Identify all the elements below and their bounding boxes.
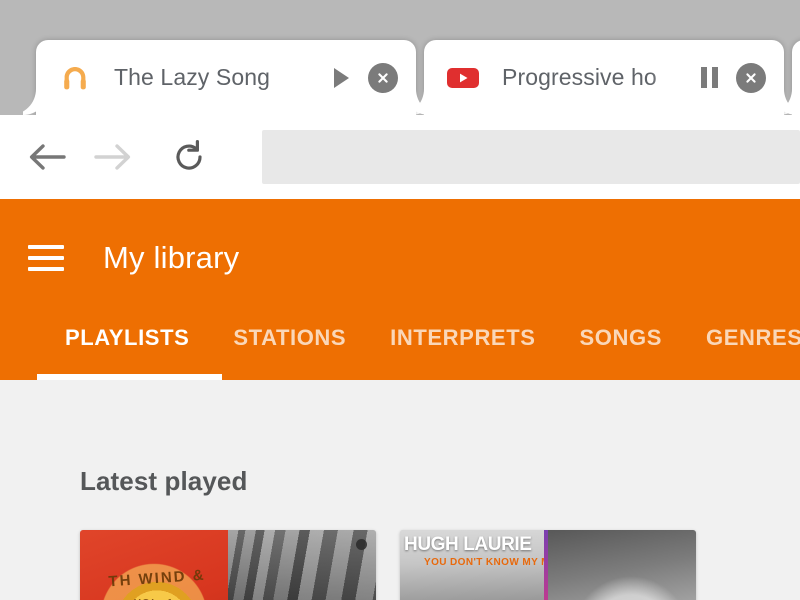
play-icon[interactable] — [324, 61, 358, 95]
tab-genres[interactable]: GENRES — [706, 317, 800, 380]
library-tab-bar: PLAYLISTS STATIONS INTERPRETS SONGS GENR… — [0, 317, 800, 380]
tab-songs[interactable]: SONGS — [580, 317, 662, 380]
browser-toolbar — [0, 115, 800, 199]
tab-playlists[interactable]: PLAYLISTS — [36, 317, 223, 380]
library-content: Latest played TH WIND & VOL. 1 HUGH LAUR… — [0, 380, 800, 600]
youtube-icon — [446, 61, 480, 95]
browser-chrome: The Lazy Song Progressive ho — [0, 0, 800, 115]
back-arrow-icon[interactable] — [20, 130, 74, 184]
tab-stations[interactable]: STATIONS — [233, 317, 346, 380]
album-card[interactable]: TH WIND & VOL. 1 — [80, 530, 376, 600]
pause-icon[interactable] — [692, 61, 726, 95]
album-art-artist-name: HUGH LAURIE — [404, 534, 532, 555]
address-bar-input[interactable] — [262, 130, 800, 184]
close-icon[interactable] — [736, 62, 766, 93]
hugh-laurie-album-art: HUGH LAURIE YOU DON'T KNOW MY MIND — [400, 530, 548, 600]
app-bar: My library — [0, 199, 800, 317]
photo-corner-dot — [356, 539, 367, 550]
album-art-album-name: YOU DON'T KNOW MY MIND — [424, 557, 548, 568]
album-card-row: TH WIND & VOL. 1 HUGH LAURIE YOU DON'T K… — [80, 530, 720, 600]
white-flower-photo — [548, 530, 696, 600]
reload-icon[interactable] — [162, 130, 216, 184]
close-icon[interactable] — [368, 62, 398, 93]
album-card[interactable]: HUGH LAURIE YOU DON'T KNOW MY MIND — [400, 530, 696, 600]
album-art-title-text: TH WIND & — [107, 566, 207, 591]
tab-title: Progressive ho — [502, 64, 657, 90]
tab-interprets[interactable]: INTERPRETS — [390, 317, 535, 380]
play-music-headphones-icon — [58, 61, 92, 95]
browser-tab-the-lazy-song[interactable]: The Lazy Song — [36, 40, 416, 115]
hamburger-menu-icon[interactable] — [28, 245, 64, 271]
tab-strip: The Lazy Song Progressive ho — [0, 0, 800, 115]
section-title-latest-played: Latest played — [80, 466, 248, 496]
forward-arrow-icon — [86, 130, 140, 184]
page-title: My library — [103, 240, 240, 275]
tab-title: The Lazy Song — [114, 64, 271, 90]
earth-wind-and-fire-album-art: TH WIND & VOL. 1 — [80, 530, 228, 600]
browser-tab-progressive-house[interactable]: Progressive ho — [424, 40, 784, 115]
black-and-white-city-photo — [228, 530, 376, 600]
app-header: My library PLAYLISTS STATIONS INTERPRETS… — [0, 199, 800, 380]
